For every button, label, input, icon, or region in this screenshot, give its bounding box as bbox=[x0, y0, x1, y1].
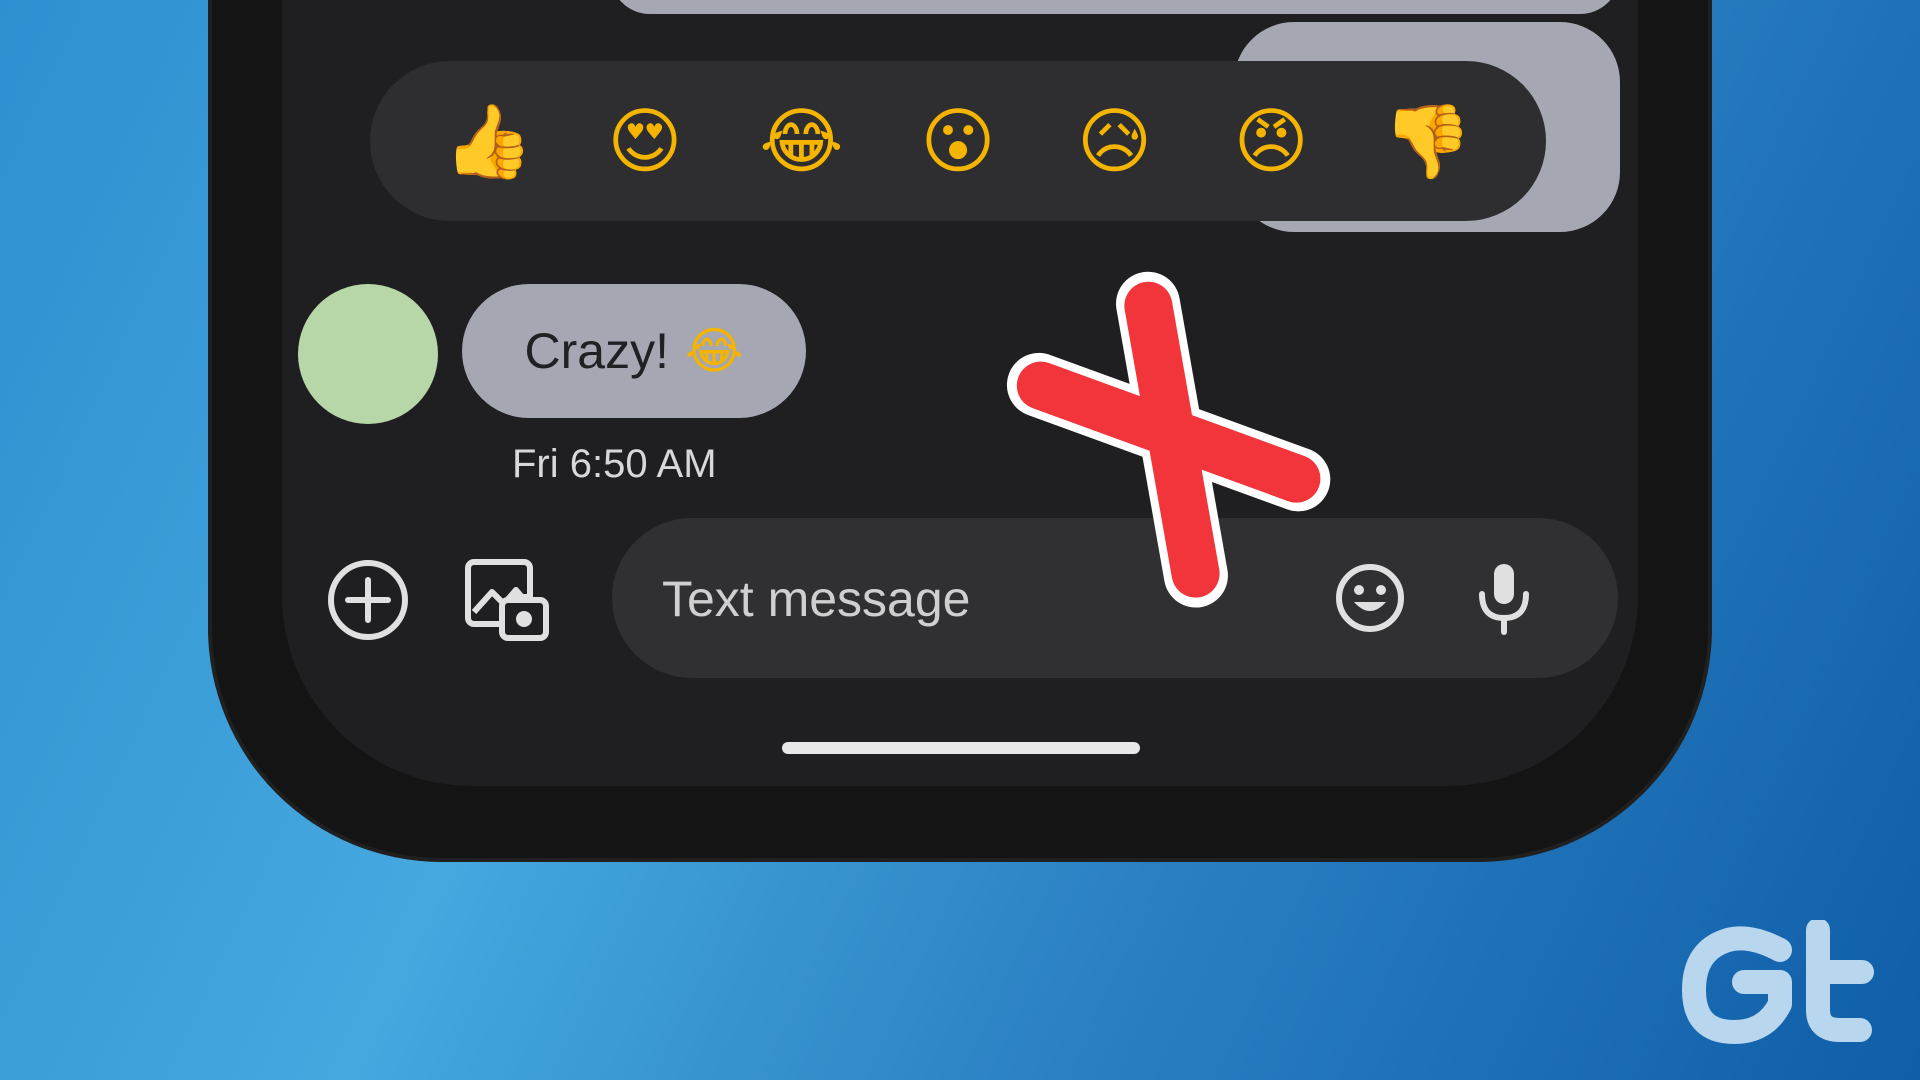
microphone-icon bbox=[1479, 564, 1529, 635]
reaction-thumbs-down[interactable]: 👎 bbox=[1383, 99, 1473, 183]
reaction-heart-eyes[interactable]: 😍 bbox=[603, 99, 687, 183]
reaction-thumbs-up[interactable]: 👍 bbox=[443, 99, 533, 183]
message-emoji: 😂 bbox=[685, 322, 744, 380]
avatar[interactable] bbox=[298, 284, 438, 424]
microphone-button[interactable] bbox=[1474, 560, 1534, 636]
home-indicator[interactable] bbox=[782, 742, 1140, 754]
reaction-sad[interactable]: 😥 bbox=[1073, 99, 1157, 183]
add-circle-icon bbox=[328, 560, 408, 640]
gallery-button[interactable] bbox=[462, 556, 550, 644]
message-timestamp: Fri 6:50 AM bbox=[512, 442, 717, 486]
reaction-tears-of-joy[interactable]: 😂 bbox=[759, 99, 843, 183]
message-text: Crazy! bbox=[524, 323, 670, 379]
phone-screen: 👍 😍 😂 😮 😥 😠 👎 Crazy! 😂 Fri 6:50 AM bbox=[282, 0, 1638, 786]
reaction-surprised[interactable]: 😮 bbox=[916, 99, 1000, 183]
red-cross-icon bbox=[1006, 271, 1331, 608]
gallery-camera-icon bbox=[465, 559, 549, 641]
message-bubble[interactable]: Crazy! 😂 bbox=[462, 284, 806, 418]
reaction-angry[interactable]: 😠 bbox=[1229, 99, 1313, 183]
logo-icon bbox=[1682, 920, 1874, 1044]
previous-message-bubble bbox=[610, 0, 1620, 14]
reaction-bar: 👍 😍 😂 😮 😥 😠 👎 bbox=[370, 61, 1546, 221]
add-button[interactable] bbox=[326, 558, 410, 642]
